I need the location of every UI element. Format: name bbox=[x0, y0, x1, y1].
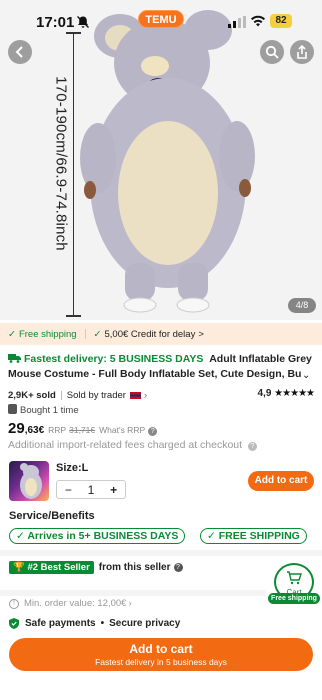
chevron-down-icon[interactable]: ⌄ bbox=[302, 370, 310, 381]
check-icon: ✓ bbox=[8, 328, 16, 340]
promo-strip[interactable]: ✓ Free shipping ✓ 5,00€ Credit for delay… bbox=[0, 323, 322, 345]
add-to-cart-label: Add to cart bbox=[129, 642, 193, 656]
price-row: 29 ,63€ RRP 31,71€ What's RRP ? bbox=[8, 420, 158, 438]
decrease-button[interactable]: − bbox=[57, 483, 80, 497]
whats-rrp-link[interactable]: What's RRP bbox=[99, 425, 145, 435]
status-bar: 17:01 TEMU 82 bbox=[0, 0, 322, 44]
rating[interactable]: 4,9 ★★★★★ bbox=[257, 388, 315, 399]
quantity-value[interactable]: 1 bbox=[80, 483, 103, 497]
info-icon[interactable]: ? bbox=[148, 427, 158, 436]
rating-value: 4,9 bbox=[257, 388, 272, 399]
service-benefits-title: Service/Benefits bbox=[9, 510, 95, 522]
search-button[interactable] bbox=[260, 40, 284, 64]
share-icon bbox=[297, 45, 307, 59]
increase-button[interactable]: + bbox=[102, 483, 125, 497]
best-seller-badge: 🏆 #2 Best Seller bbox=[9, 560, 94, 574]
chevron-left-icon bbox=[15, 46, 23, 58]
promo-divider bbox=[84, 329, 86, 339]
meta-divider bbox=[60, 390, 62, 400]
shopping-bag-icon bbox=[8, 404, 17, 414]
temu-badge: TEMU bbox=[138, 10, 184, 28]
import-fees-note: Additional import-related fees charged a… bbox=[8, 439, 257, 451]
import-fees-text: Additional import-related fees charged a… bbox=[8, 439, 243, 451]
signal-icon bbox=[228, 16, 246, 28]
fastest-delivery-label: Fastest delivery: 5 BUSINESS DAYS bbox=[24, 353, 204, 365]
height-measure-line bbox=[73, 32, 74, 317]
info-icon[interactable]: ? bbox=[173, 562, 183, 572]
credit-for-delay-label: 5,00€ Credit for delay bbox=[104, 328, 196, 340]
cart-icon bbox=[287, 571, 302, 585]
add-to-cart-button[interactable]: Add to cart Fastest delivery in 5 busine… bbox=[9, 638, 313, 671]
home-indicator-area bbox=[0, 680, 322, 700]
variant-thumbnail[interactable] bbox=[9, 461, 49, 501]
from-seller-text: from this seller bbox=[98, 561, 171, 573]
battery-indicator: 82 bbox=[270, 14, 292, 28]
back-button[interactable] bbox=[8, 40, 32, 64]
section-divider bbox=[0, 550, 322, 556]
free-shipping-pill[interactable]: ✓ FREE SHIPPING bbox=[200, 528, 307, 544]
rrp-label: RRP bbox=[48, 425, 67, 435]
quantity-stepper[interactable]: − 1 + bbox=[56, 480, 126, 499]
sales-meta-row: 2,9K+ sold Sold by trader › 4,9 ★★★★★ bbox=[8, 388, 315, 402]
costume-thumbnail-image bbox=[20, 463, 42, 499]
min-order-text: Min. order value: 12,00€ bbox=[24, 598, 127, 609]
min-order-row[interactable]: ! Min. order value: 12,00€ › bbox=[9, 598, 132, 609]
shield-icon bbox=[9, 618, 19, 629]
truck-icon bbox=[8, 354, 21, 363]
spain-flag-icon bbox=[129, 391, 141, 399]
check-icon: ✓ bbox=[93, 328, 102, 340]
chevron-right-icon: > bbox=[198, 328, 204, 340]
bought-label: Bought 1 time bbox=[20, 405, 79, 416]
seller-name[interactable]: Sold by trader bbox=[67, 390, 126, 401]
height-measurement-label: 170-190cm/66.9-74.8inch bbox=[52, 76, 70, 251]
add-to-cart-sublabel: Fastest delivery in 5 business days bbox=[95, 657, 227, 667]
measure-tick-bottom bbox=[66, 315, 81, 317]
arrives-pill[interactable]: ✓ Arrives in 5+ BUSINESS DAYS bbox=[9, 528, 186, 544]
rrp-value: 31,71€ bbox=[69, 425, 96, 435]
free-shipping-label: Free shipping bbox=[18, 328, 77, 340]
price-main: 29 bbox=[8, 420, 25, 437]
share-button[interactable] bbox=[290, 40, 314, 64]
best-seller-row[interactable]: 🏆 #2 Best Seller from this seller ? bbox=[9, 560, 183, 574]
sold-count: 2,9K+ sold bbox=[8, 389, 56, 401]
secure-privacy-label: Secure privacy bbox=[109, 618, 181, 629]
product-title[interactable]: Fastest delivery: 5 BUSINESS DAYS Adult … bbox=[8, 352, 314, 382]
search-icon bbox=[265, 45, 279, 59]
section-divider bbox=[0, 590, 266, 596]
info-circle-icon: ! bbox=[9, 598, 19, 609]
size-label[interactable]: Size:L bbox=[56, 462, 88, 474]
bought-count: Bought 1 time bbox=[8, 404, 79, 416]
mouse-costume-image bbox=[80, 10, 255, 313]
cart-free-shipping-badge: Free shipping bbox=[268, 593, 320, 604]
info-icon[interactable]: ? bbox=[247, 442, 257, 451]
image-pager: 4/8 bbox=[288, 298, 316, 313]
safe-payments-row[interactable]: Safe payments • Secure privacy bbox=[9, 618, 180, 629]
bell-muted-icon bbox=[77, 16, 89, 28]
product-image-carousel[interactable]: 17:01 TEMU 82 170-190cm/66.9-74.8inch 4/… bbox=[0, 0, 322, 320]
best-seller-badge-text: #2 Best Seller bbox=[27, 561, 90, 573]
chevron-right-icon: › bbox=[143, 389, 148, 401]
wifi-icon bbox=[251, 15, 265, 27]
price-decimals: ,63€ bbox=[24, 425, 45, 436]
status-time: 17:01 bbox=[36, 14, 75, 31]
star-rating-icon: ★★★★★ bbox=[274, 388, 315, 399]
chevron-right-icon: › bbox=[128, 598, 132, 609]
add-to-cart-small-button[interactable]: Add to cart bbox=[248, 471, 314, 491]
bullet-separator: • bbox=[100, 618, 105, 629]
safe-payments-label: Safe payments bbox=[25, 618, 96, 629]
